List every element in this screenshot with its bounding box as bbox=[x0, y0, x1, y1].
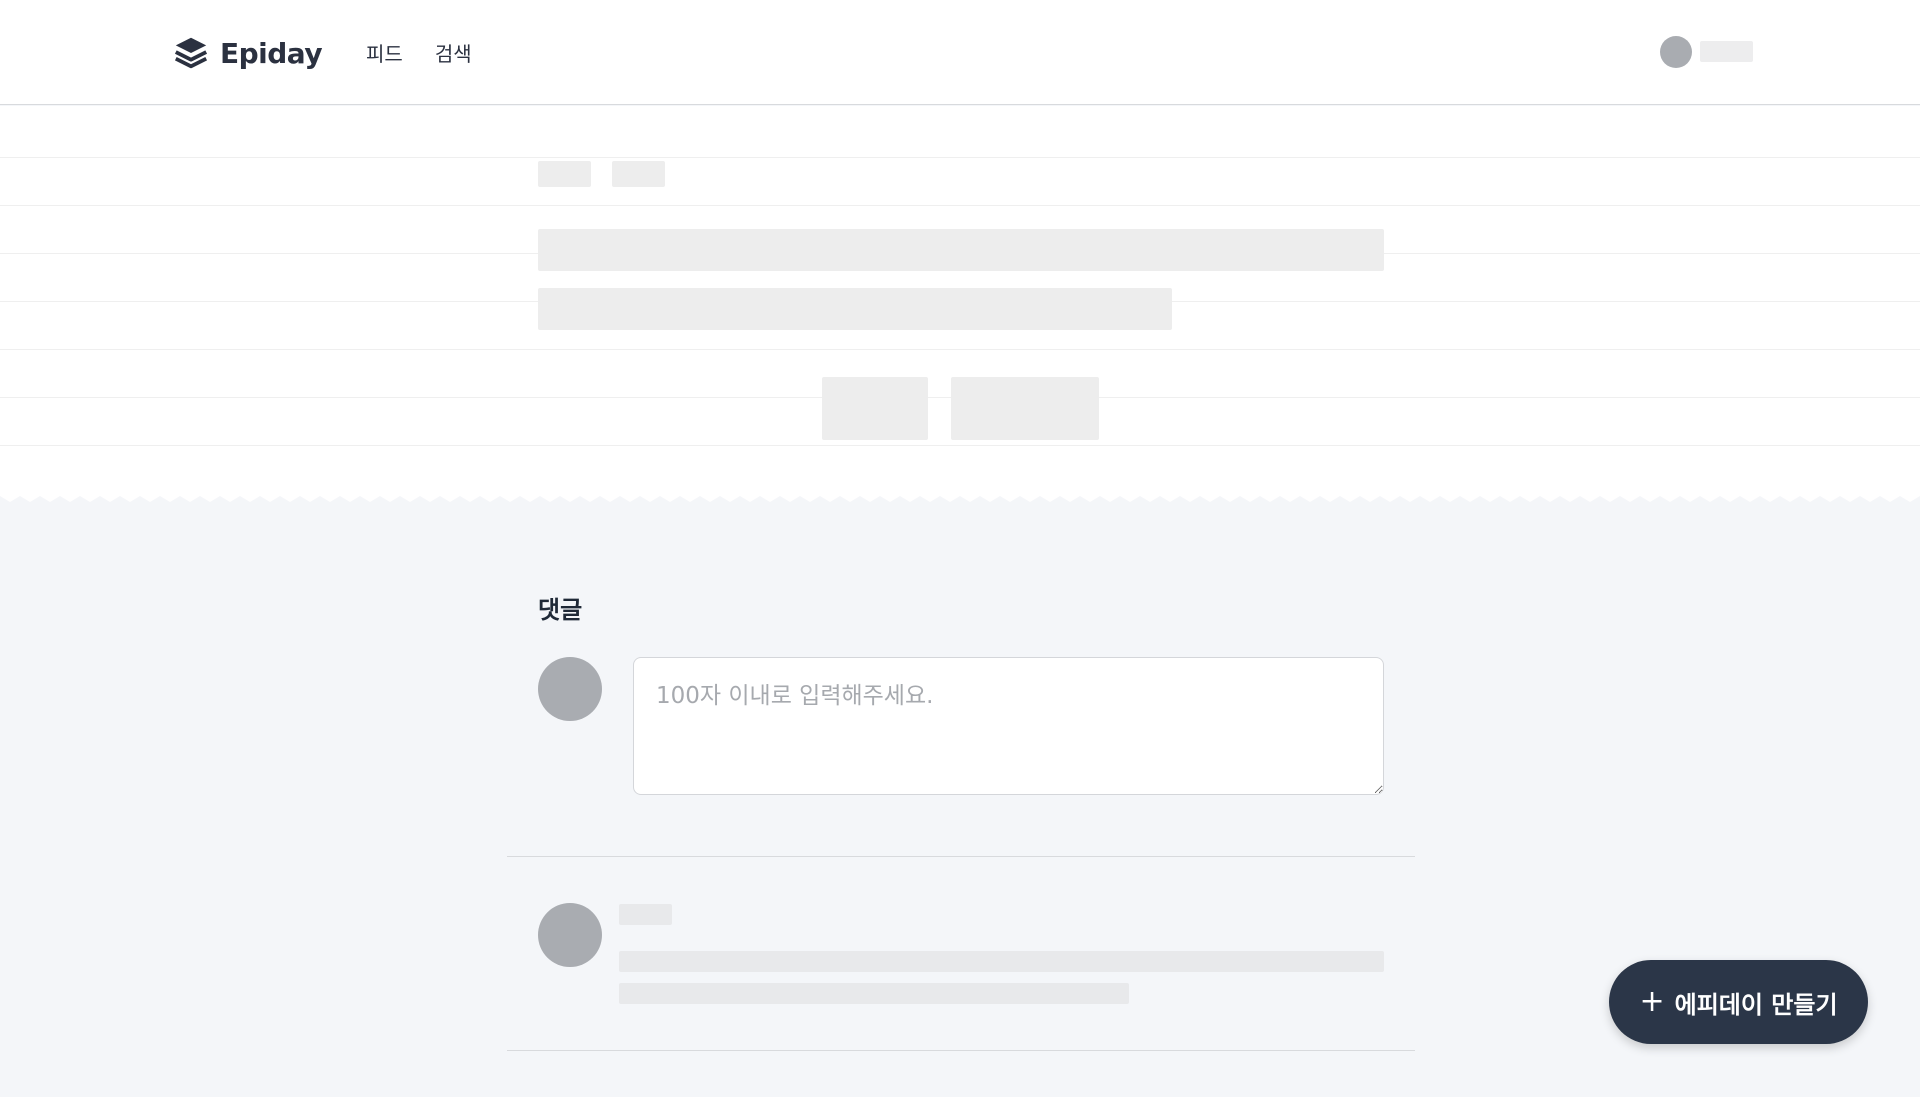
create-epiday-label: 에피데이 만들기 bbox=[1674, 990, 1838, 1019]
content-skeleton-line bbox=[538, 288, 1172, 330]
nav-search[interactable]: 검색 bbox=[435, 38, 472, 67]
tag-skeleton bbox=[612, 161, 665, 187]
logo-link[interactable]: Epiday bbox=[172, 33, 323, 73]
divider bbox=[507, 856, 1415, 857]
logo-text: Epiday bbox=[220, 36, 323, 70]
comment-text-skeleton bbox=[619, 983, 1129, 1004]
tag-skeleton bbox=[538, 161, 591, 187]
divider bbox=[507, 1050, 1415, 1051]
action-button-skeleton bbox=[822, 377, 928, 440]
action-button-skeleton bbox=[951, 377, 1099, 440]
comment-text-skeleton bbox=[619, 951, 1384, 972]
content-skeleton-line bbox=[538, 229, 1384, 271]
comments-title: 댓글 bbox=[538, 596, 583, 624]
my-avatar bbox=[538, 657, 602, 721]
main-nav: 피드 검색 bbox=[366, 38, 472, 67]
create-epiday-button[interactable]: + 에피데이 만들기 bbox=[1609, 960, 1868, 1044]
comment-input[interactable] bbox=[633, 657, 1384, 795]
nav-feed[interactable]: 피드 bbox=[366, 38, 403, 67]
user-name-skeleton[interactable] bbox=[1700, 41, 1753, 62]
zigzag-edge bbox=[0, 490, 1920, 502]
comment-avatar bbox=[538, 903, 602, 967]
plus-icon: + bbox=[1639, 984, 1665, 1019]
top-header: Epiday 피드 검색 bbox=[0, 0, 1920, 105]
user-avatar[interactable] bbox=[1660, 36, 1692, 68]
stack-logo-icon bbox=[174, 37, 208, 69]
comment-author-skeleton bbox=[619, 904, 672, 925]
